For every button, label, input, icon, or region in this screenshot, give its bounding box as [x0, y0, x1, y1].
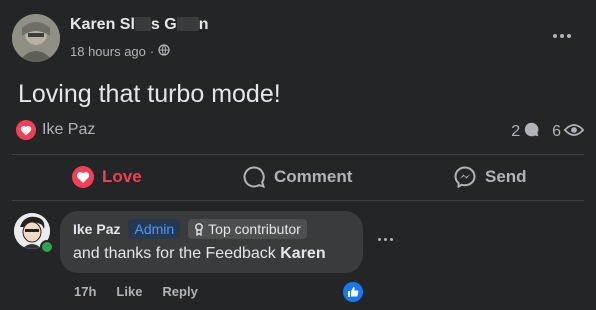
admin-badge[interactable]: Admin: [128, 219, 181, 239]
globe-icon: [158, 44, 170, 59]
comment-bubble-icon: [523, 121, 540, 143]
like-reaction-icon[interactable]: [341, 280, 365, 304]
comment-count[interactable]: 2: [511, 121, 540, 143]
reactor-name: Ike Paz: [42, 121, 96, 138]
comment-bubble: Ike Paz Admin Top contributor and thanks…: [60, 211, 363, 273]
author-name[interactable]: Karen Sl s Gn: [70, 16, 209, 34]
post-options-button[interactable]: [548, 22, 576, 50]
comment-reply-button[interactable]: Reply: [162, 284, 197, 299]
love-reaction-icon: [72, 166, 94, 188]
reaction-summary[interactable]: Ike Paz: [16, 120, 95, 140]
send-button[interactable]: Send: [453, 158, 527, 196]
messenger-icon: [453, 165, 477, 189]
post-text: Loving that turbo mode!: [18, 80, 281, 108]
divider: [12, 154, 584, 155]
love-button[interactable]: Love: [72, 158, 142, 196]
post-card: Karen Sl s Gn 18 hours ago · Loving that …: [0, 0, 596, 310]
comment-icon: [242, 165, 266, 189]
timestamp[interactable]: 18 hours ago: [70, 44, 146, 59]
comment-like-button[interactable]: Like: [116, 284, 142, 299]
post-meta: 18 hours ago ·: [70, 44, 170, 59]
medal-icon: [194, 222, 204, 236]
eye-icon: [563, 123, 585, 142]
comment-footer: 17h Like Reply: [74, 284, 198, 299]
comment-button[interactable]: Comment: [242, 158, 352, 196]
more-dots-icon: [553, 34, 557, 38]
love-reaction-icon: [16, 120, 36, 140]
view-count[interactable]: 6: [552, 123, 585, 142]
engagement-counts: 2 6: [511, 121, 585, 143]
top-contributor-badge[interactable]: Top contributor: [188, 219, 307, 239]
comment-time[interactable]: 17h: [74, 284, 96, 299]
online-status-dot: [40, 240, 54, 254]
divider: [12, 200, 584, 201]
author-avatar[interactable]: [12, 14, 60, 62]
comment-text: and thanks for the Feedback Karen: [73, 245, 326, 262]
comment-options-button[interactable]: [378, 238, 393, 241]
comment-header: Ike Paz Admin Top contributor: [73, 219, 307, 239]
commenter-name[interactable]: Ike Paz: [73, 221, 120, 237]
